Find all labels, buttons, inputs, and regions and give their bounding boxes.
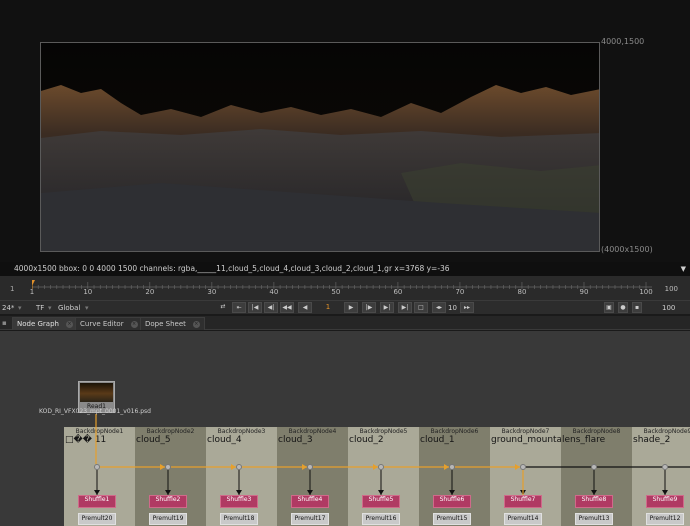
shuffle-node[interactable]: Shuffle8 [575, 495, 613, 508]
dot-node[interactable] [449, 464, 455, 470]
premult-node[interactable]: Premult13 [575, 513, 613, 525]
read-node-filename: KOD_RI_VFX023_mpt_0001_v016.psd [39, 408, 151, 415]
dot-node[interactable] [165, 464, 171, 470]
dot-node[interactable] [236, 464, 242, 470]
frame-increment-field[interactable]: 10 [448, 302, 457, 314]
timeline-end-value: 100 [664, 285, 678, 293]
timeline-ruler[interactable] [32, 278, 652, 300]
close-icon[interactable]: × [192, 321, 200, 328]
timeline-tick-label: 10 [83, 288, 93, 296]
tab-dope-sheet[interactable]: Dope Sheet × [140, 317, 205, 330]
tab-node-graph-label: Node Graph [17, 320, 59, 328]
close-icon[interactable]: × [130, 321, 138, 328]
premult-node[interactable]: Premult18 [220, 513, 258, 525]
fps-dropdown-arrow-icon[interactable]: ▾ [18, 302, 22, 314]
range-dropdown-arrow-icon[interactable]: ▾ [85, 302, 89, 314]
dot-node[interactable] [591, 464, 597, 470]
panel-menu-icon[interactable]: ▪ [2, 317, 7, 329]
shuffle-node[interactable]: Shuffle5 [362, 495, 400, 508]
next-frame-icon[interactable]: |▶ [362, 302, 376, 313]
increment-step-icon[interactable]: ▸▸ [460, 302, 474, 313]
next-keyframe-icon[interactable]: ▶| [380, 302, 394, 313]
go-to-start-icon[interactable]: |◀ [248, 302, 262, 313]
dot-node[interactable] [307, 464, 313, 470]
tf-dropdown-arrow-icon[interactable]: ▾ [48, 302, 52, 314]
prev-keyframe-icon[interactable]: ◀| [264, 302, 278, 313]
tab-curve-editor[interactable]: Curve Editor × [75, 317, 143, 330]
timeline-tick-label: 30 [207, 288, 217, 296]
dot-node[interactable] [378, 464, 384, 470]
monitor-icon[interactable]: ▣ [604, 302, 614, 313]
timeline-tick-label: 50 [331, 288, 341, 296]
stop-icon[interactable]: □ [414, 302, 428, 313]
viewer-info-bar: 4000x1500 bbox: 0 0 4000 1500 channels: … [0, 262, 690, 276]
skip-frames-icon[interactable]: ◂▸ [432, 302, 446, 313]
premult-node[interactable]: Premult19 [149, 513, 187, 525]
info-dropdown-icon[interactable]: ▼ [681, 262, 686, 276]
skip-back-icon[interactable]: ◀◀ [280, 302, 294, 313]
premult-node[interactable]: Premult14 [504, 513, 542, 525]
viewer-info-text: 4000x1500 bbox: 0 0 4000 1500 channels: … [14, 264, 450, 273]
node-graph-canvas[interactable]: BackdropNode1 □�� 11 BackdropNode2 cloud_5 B… [0, 331, 690, 526]
premult-node[interactable]: Premult12 [646, 513, 684, 525]
shuffle-node[interactable]: Shuffle6 [433, 495, 471, 508]
tab-curve-editor-label: Curve Editor [80, 320, 124, 328]
read-node-thumbnail [80, 383, 113, 402]
panel-tabs: ▪ Node Graph × Curve Editor × Dope Sheet… [0, 316, 690, 330]
tf-dropdown[interactable]: TF [36, 302, 44, 314]
go-to-end-icon[interactable]: ▶| [398, 302, 412, 313]
timeline-tick-label: 1 [29, 288, 35, 296]
record-icon[interactable]: ● [618, 302, 628, 313]
viewer-settings-icon[interactable]: ▪ [632, 302, 642, 313]
fps-dropdown[interactable]: 24* [2, 302, 14, 314]
timeline[interactable]: 1 1 10 20 30 40 50 60 70 80 90 100 100 [0, 276, 690, 300]
shuffle-node[interactable]: Shuffle3 [220, 495, 258, 508]
playback-mode-icon[interactable]: ⇄ [216, 302, 230, 313]
format-label-bottom: (4000x1500) [601, 245, 653, 254]
shuffle-node[interactable]: Shuffle2 [149, 495, 187, 508]
timeline-tick-label: 100 [639, 288, 653, 296]
playback-controls: 24* ▾ TF ▾ Global ▾ ⇄ ⇤ |◀ ◀| ◀◀ ◀ 1 ▶ |… [0, 300, 690, 314]
timeline-tick-label: 60 [393, 288, 403, 296]
timeline-tick-label: 90 [579, 288, 589, 296]
dot-node[interactable] [94, 464, 100, 470]
shuffle-node[interactable]: Shuffle4 [291, 495, 329, 508]
timeline-tick-label: 40 [269, 288, 279, 296]
tab-dope-sheet-label: Dope Sheet [145, 320, 186, 328]
play-backward-icon[interactable]: ◀ [298, 302, 312, 313]
shuffle-node[interactable]: Shuffle1 [78, 495, 116, 508]
close-icon[interactable]: × [65, 321, 73, 328]
premult-node[interactable]: Premult15 [433, 513, 471, 525]
dot-node[interactable] [662, 464, 668, 470]
viewer[interactable]: 4000,1500 (4000x1500) [0, 0, 690, 262]
timeline-tick-label: 80 [517, 288, 527, 296]
premult-node[interactable]: Premult16 [362, 513, 400, 525]
end-frame-field[interactable]: 100 [662, 302, 675, 314]
timeline-tick-label: 20 [145, 288, 155, 296]
tab-node-graph[interactable]: Node Graph × [12, 317, 78, 330]
range-dropdown[interactable]: Global [58, 302, 80, 314]
premult-node[interactable]: Premult20 [78, 513, 116, 525]
shuffle-node[interactable]: Shuffle9 [646, 495, 684, 508]
premult-node[interactable]: Premult17 [291, 513, 329, 525]
shuffle-node[interactable]: Shuffle7 [504, 495, 542, 508]
current-frame-field[interactable]: 1 [316, 302, 340, 313]
play-forward-icon[interactable]: ▶ [344, 302, 358, 313]
viewer-image [40, 42, 600, 252]
format-label-top: 4000,1500 [601, 37, 645, 46]
timeline-tick-label: 70 [455, 288, 465, 296]
step-back-icon[interactable]: ⇤ [232, 302, 246, 313]
dot-node[interactable] [520, 464, 526, 470]
timeline-start-value: 1 [10, 285, 15, 293]
